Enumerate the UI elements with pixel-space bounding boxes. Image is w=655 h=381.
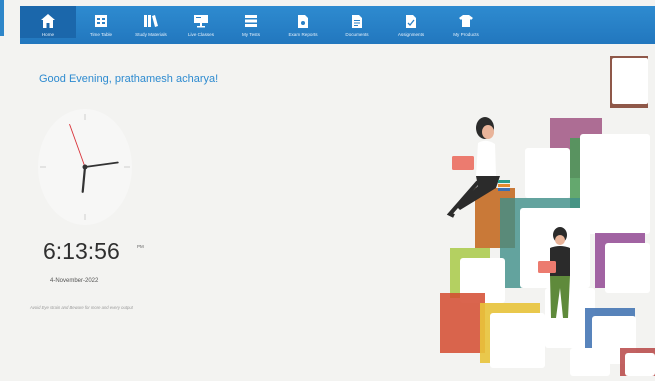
nav-label: My Tests — [241, 32, 261, 37]
time-period: PM — [137, 244, 144, 249]
analog-clock — [36, 106, 134, 233]
nav-label: Assignments — [397, 32, 425, 37]
nav-item-study-materials[interactable]: Study Materials — [126, 6, 176, 38]
nav-label: Study Materials — [135, 32, 167, 37]
books-icon — [141, 12, 161, 30]
nav-label: Live Classes — [187, 32, 215, 37]
digital-time: 6:13:56 — [43, 238, 120, 264]
hero-illustration — [420, 48, 655, 381]
assignment-icon — [401, 12, 421, 30]
report-icon — [293, 12, 313, 30]
home-icon — [38, 12, 58, 30]
page-left-accent — [0, 0, 4, 36]
nav-label: Documents — [345, 32, 369, 37]
presentation-icon — [191, 12, 211, 30]
nav-item-my-tests[interactable]: My Tests — [226, 6, 276, 38]
nav-item-live-classes[interactable]: Live Classes — [176, 6, 226, 38]
nav-item-exam-reports[interactable]: Exam Reports — [276, 6, 330, 38]
nav-label: Time Table — [89, 32, 113, 37]
current-date: 4-November-2022 — [50, 278, 99, 284]
nav-label: Exam Reports — [288, 32, 318, 37]
nav-item-assignments[interactable]: Assignments — [384, 6, 438, 38]
timetable-icon — [91, 12, 111, 30]
greeting-text: Good Evening, prathamesh acharya! — [39, 73, 219, 85]
nav-item-my-products[interactable]: My Products — [438, 6, 494, 38]
nav-label: Home — [41, 32, 55, 37]
nav-label: My Products — [453, 32, 479, 37]
top-navbar: Home Time Table Study Materials Live Cla… — [20, 6, 655, 44]
nav-item-documents[interactable]: Documents — [330, 6, 384, 38]
document-icon — [347, 12, 367, 30]
tests-icon — [241, 12, 261, 30]
eye-strain-note: Avoid Eye strain and Beware for more and… — [30, 305, 133, 310]
nav-item-home[interactable]: Home — [20, 6, 76, 38]
products-icon — [456, 12, 476, 30]
nav-item-time-table[interactable]: Time Table — [76, 6, 126, 38]
